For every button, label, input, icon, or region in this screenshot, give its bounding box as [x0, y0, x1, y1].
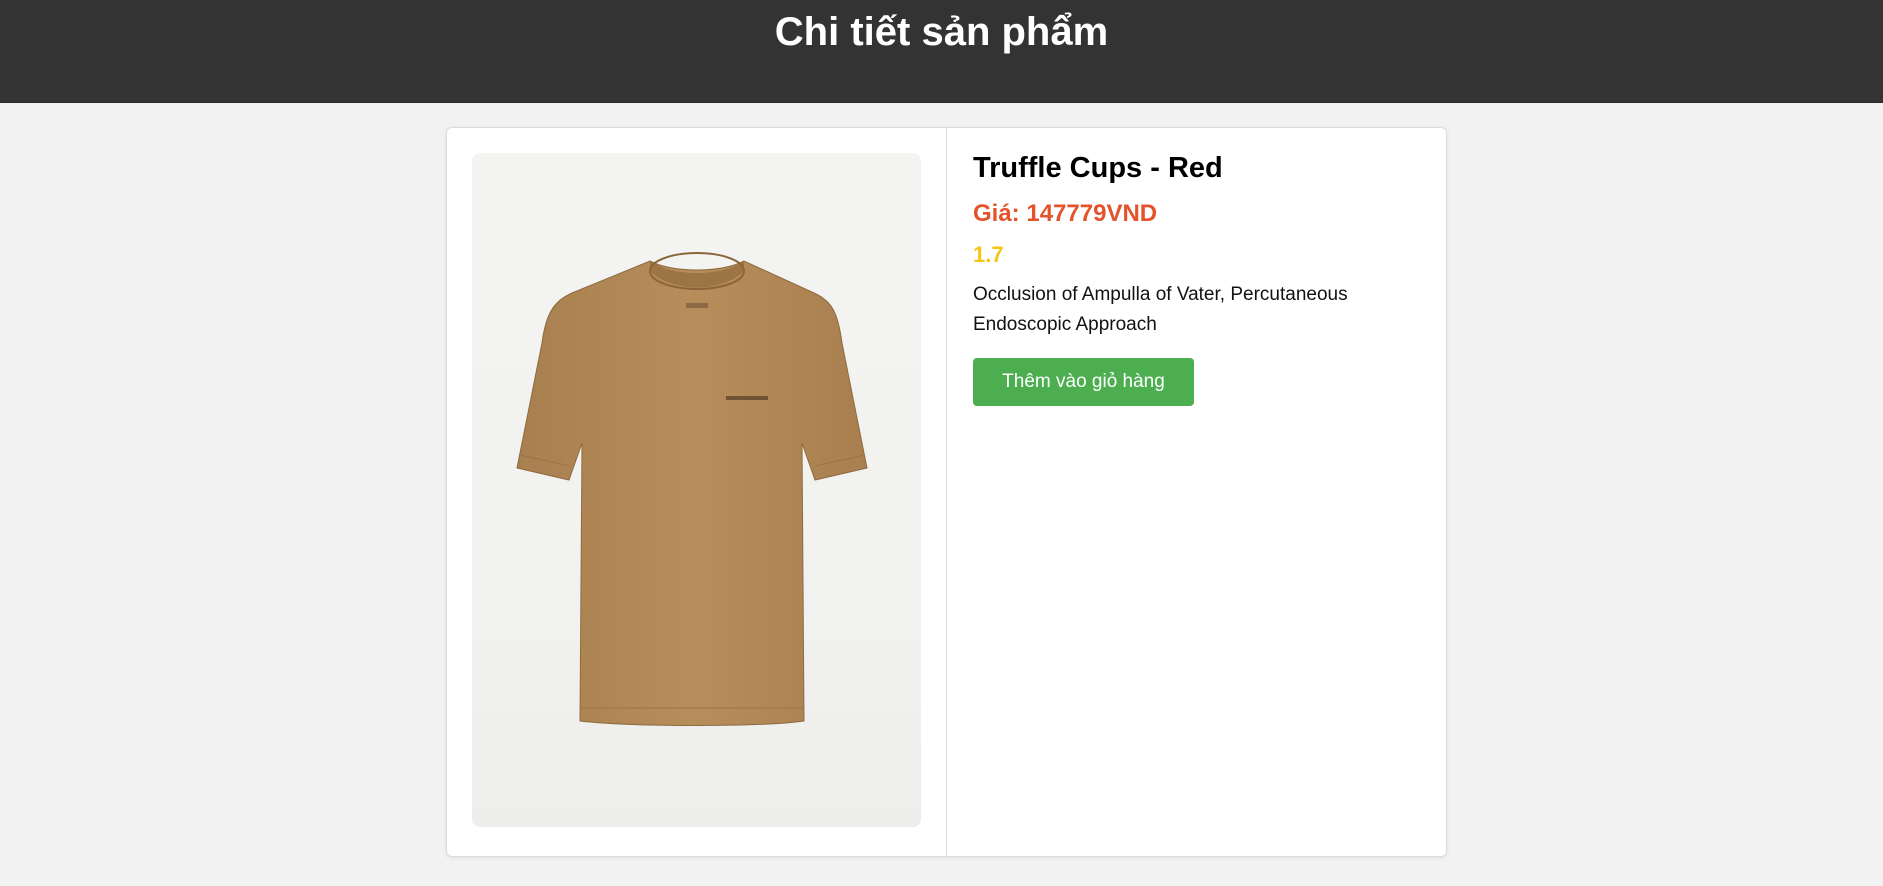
product-description: Occlusion of Ampulla of Vater, Percutane…	[973, 284, 1348, 335]
price-label: Giá:	[973, 200, 1020, 227]
page-title: Chi tiết sản phẩm	[774, 10, 1109, 54]
tshirt-illustration	[516, 252, 868, 726]
page-header: Chi tiết sản phẩm	[0, 0, 1883, 103]
product-price: Giá: 147779VND	[973, 200, 1157, 228]
product-image-panel	[447, 128, 947, 856]
add-to-cart-button[interactable]: Thêm vào giỏ hàng	[973, 358, 1194, 406]
product-card: Truffle Cups - Red Giá: 147779VND 1.7 Oc…	[446, 127, 1447, 857]
product-image	[472, 153, 921, 827]
product-name: Truffle Cups - Red	[973, 152, 1223, 184]
product-rating: 1.7	[973, 242, 1004, 267]
price-value: 147779VND	[1026, 200, 1158, 227]
